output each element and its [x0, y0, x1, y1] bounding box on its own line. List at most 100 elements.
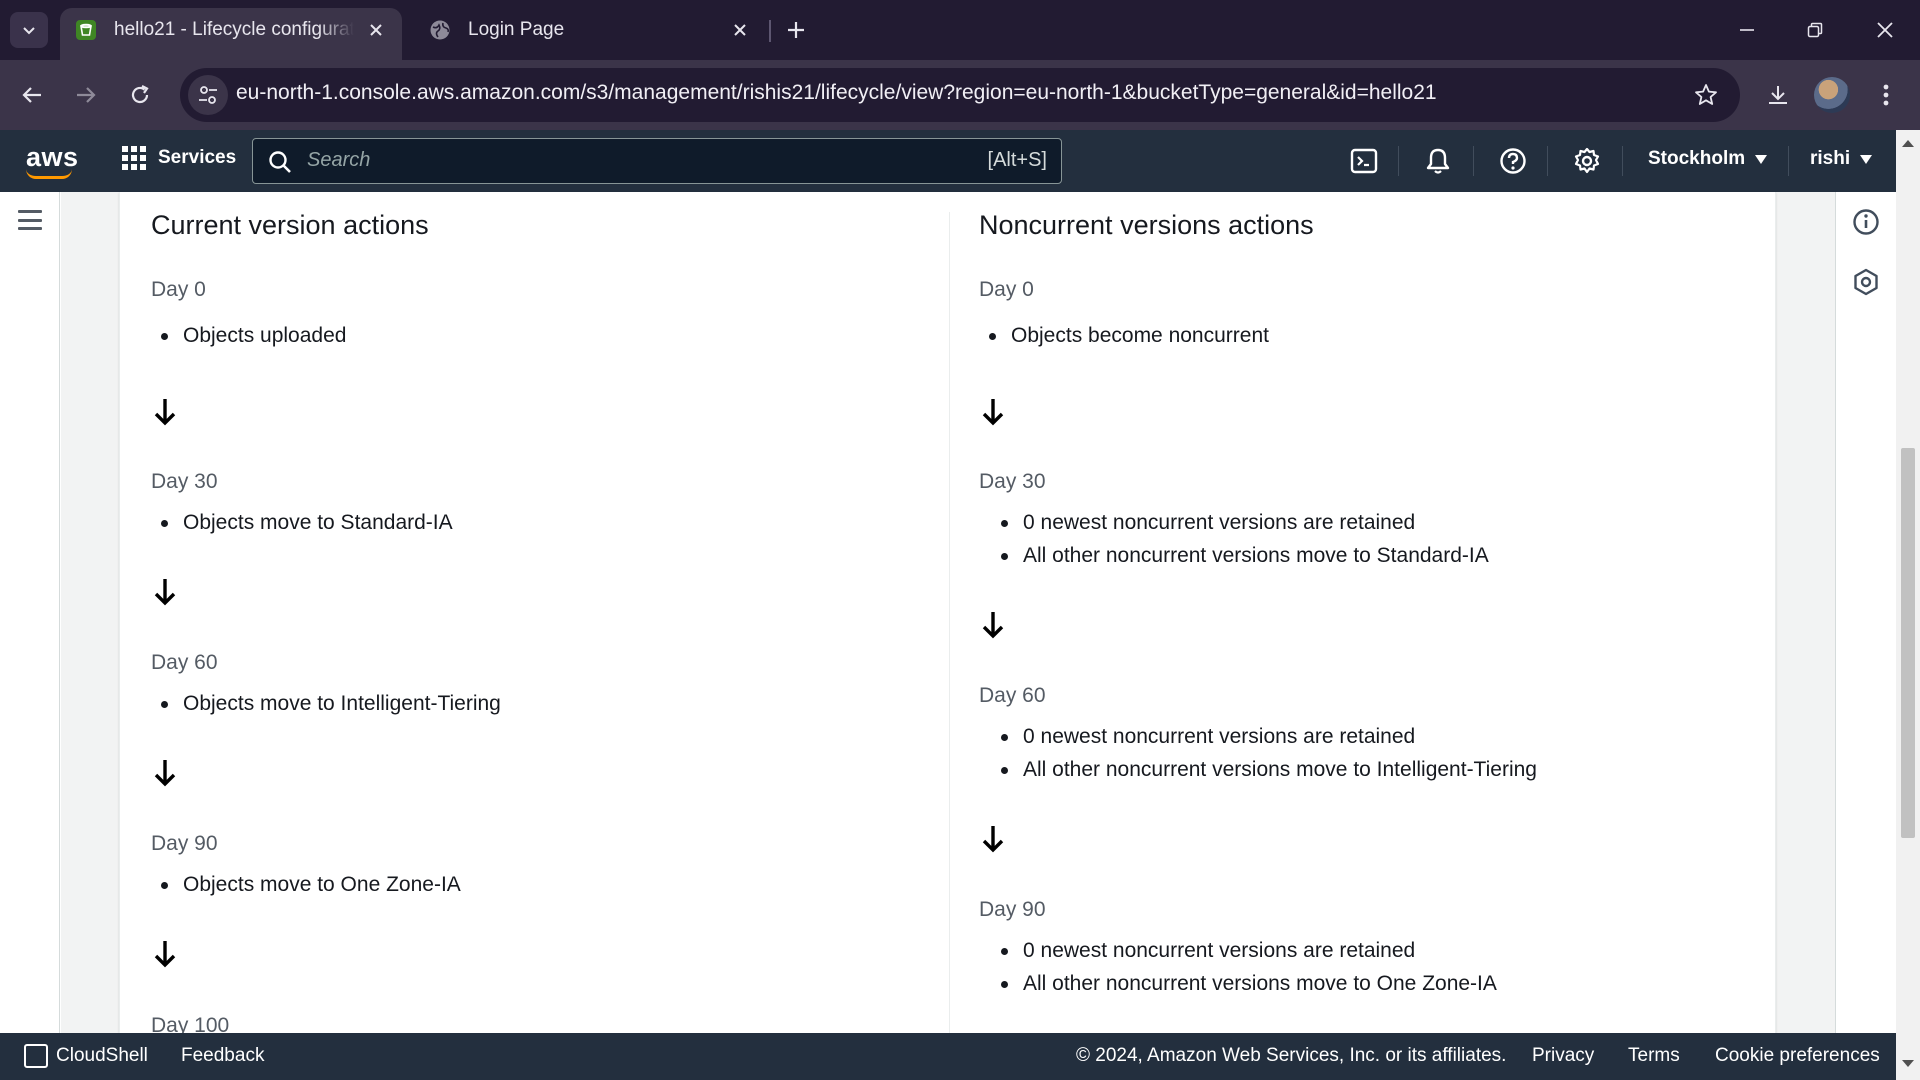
nav-divider: [1622, 146, 1623, 176]
settings-button[interactable]: [1571, 145, 1603, 177]
cloudshell-link[interactable]: CloudShell: [56, 1045, 148, 1067]
aws-logo[interactable]: aws: [24, 142, 78, 179]
list-item: 0 newest noncurrent versions are retaine…: [1001, 939, 1415, 963]
list-item: Objects move to Standard-IA: [161, 511, 453, 535]
scroll-down-icon[interactable]: [1902, 1060, 1914, 1067]
tab-search-button[interactable]: [10, 12, 48, 48]
day-label: Day 0: [979, 278, 1034, 301]
site-info-button[interactable]: [188, 75, 228, 115]
cloudshell-icon: [24, 1044, 48, 1068]
arrow-down-icon: [982, 612, 1004, 639]
cookie-preferences-link[interactable]: Cookie preferences: [1715, 1045, 1880, 1067]
nav-divider: [1788, 146, 1789, 176]
bookmark-star-icon[interactable]: [1692, 81, 1720, 109]
list-item: Objects move to Intelligent-Tiering: [161, 692, 501, 716]
day-label: Day 60: [151, 651, 218, 674]
day-label: Day 60: [979, 684, 1046, 707]
plus-icon: [788, 22, 804, 38]
tab-login-page[interactable]: Login Page: [414, 8, 766, 52]
account-menu[interactable]: rishi: [1810, 148, 1873, 170]
menu-icon[interactable]: [18, 210, 42, 230]
arrow-down-icon: [982, 826, 1004, 853]
arrow-left-icon: [22, 87, 41, 103]
terms-link[interactable]: Terms: [1628, 1045, 1680, 1067]
aws-console-nav: aws Services Search [Alt+S] Stockholm ri…: [0, 130, 1896, 192]
hexagon-icon[interactable]: [1852, 268, 1880, 296]
cloudshell-button[interactable]: [1348, 145, 1380, 177]
tab-lifecycle-config[interactable]: hello21 - Lifecycle configuration: [60, 8, 402, 60]
privacy-link[interactable]: Privacy: [1532, 1045, 1594, 1067]
search-icon: [269, 151, 291, 173]
arrow-down-icon: [154, 399, 176, 426]
tab-title: hello21 - Lifecycle configuration: [114, 19, 354, 40]
help-icon: [1500, 148, 1526, 174]
profile-avatar[interactable]: [1814, 77, 1850, 113]
arrow-down-icon: [982, 399, 1004, 426]
list-item: All other noncurrent versions move to On…: [1001, 972, 1497, 996]
back-button[interactable]: [14, 77, 50, 113]
terminal-icon: [1350, 148, 1378, 174]
lifecycle-actions-card: Current version actions Day 0 Objects up…: [119, 192, 1776, 1033]
gear-icon: [1574, 147, 1600, 174]
section-heading: Current version actions: [151, 210, 429, 240]
list-item: Objects move to One Zone-IA: [161, 873, 461, 897]
nav-divider: [1473, 146, 1474, 176]
close-icon[interactable]: [728, 18, 752, 42]
console-search-input[interactable]: Search [Alt+S]: [252, 138, 1062, 184]
bell-icon: [1426, 148, 1450, 174]
scrollbar-thumb[interactable]: [1901, 448, 1915, 838]
minimize-button[interactable]: [1724, 10, 1770, 50]
day-label: Day 30: [151, 470, 218, 493]
url-text: eu-north-1.console.aws.amazon.com/s3/man…: [236, 81, 1437, 104]
info-icon[interactable]: [1852, 208, 1880, 236]
restore-icon: [1807, 22, 1823, 38]
reload-icon: [131, 85, 149, 104]
restore-button[interactable]: [1792, 10, 1838, 50]
scroll-up-icon[interactable]: [1902, 140, 1914, 147]
s3-bucket-icon: [74, 18, 98, 42]
nav-divider: [1547, 146, 1548, 176]
arrow-down-icon: [154, 760, 176, 787]
services-menu[interactable]: Services: [122, 146, 236, 170]
side-nav-rail: [0, 192, 60, 1033]
search-shortcut: [Alt+S]: [987, 149, 1047, 171]
feedback-link[interactable]: Feedback: [181, 1045, 264, 1067]
menu-button[interactable]: [1868, 77, 1904, 113]
browser-tab-bar: hello21 - Lifecycle configuration Login …: [0, 0, 1920, 60]
arrow-right-icon: [77, 87, 96, 103]
list-item: All other noncurrent versions move to In…: [1001, 758, 1537, 782]
section-heading: Noncurrent versions actions: [979, 210, 1314, 240]
day-label: Day 90: [979, 898, 1046, 921]
close-window-button[interactable]: [1862, 10, 1908, 50]
arrow-down-icon: [154, 579, 176, 606]
forward-button[interactable]: [68, 77, 104, 113]
day-label: Day 0: [151, 278, 206, 301]
tab-title: Login Page: [468, 19, 565, 40]
minimize-icon: [1740, 29, 1754, 31]
nav-divider: [1398, 146, 1399, 176]
globe-icon: [428, 18, 452, 42]
region-selector[interactable]: Stockholm: [1648, 148, 1768, 170]
chevron-down-icon: [23, 27, 35, 35]
search-placeholder: Search: [307, 149, 371, 171]
reload-button[interactable]: [122, 77, 158, 113]
list-item: 0 newest noncurrent versions are retaine…: [1001, 725, 1415, 749]
more-vert-icon: [1883, 84, 1889, 106]
page-scrollbar[interactable]: [1896, 130, 1920, 1080]
close-icon[interactable]: [364, 18, 388, 42]
services-label: Services: [158, 147, 237, 168]
new-tab-button[interactable]: [780, 14, 812, 46]
grid-icon: [122, 146, 146, 170]
caret-down-icon: [1860, 154, 1873, 164]
day-label: Day 90: [151, 832, 218, 855]
list-item: All other noncurrent versions move to St…: [1001, 544, 1489, 568]
column-divider: [949, 212, 950, 1033]
help-button[interactable]: [1497, 145, 1529, 177]
close-icon: [1877, 22, 1893, 38]
list-item: 0 newest noncurrent versions are retaine…: [1001, 511, 1415, 535]
download-icon: [1769, 86, 1787, 104]
address-bar[interactable]: eu-north-1.console.aws.amazon.com/s3/man…: [180, 68, 1740, 122]
downloads-button[interactable]: [1760, 77, 1796, 113]
utility-rail: [1835, 192, 1896, 1033]
notifications-button[interactable]: [1422, 145, 1454, 177]
